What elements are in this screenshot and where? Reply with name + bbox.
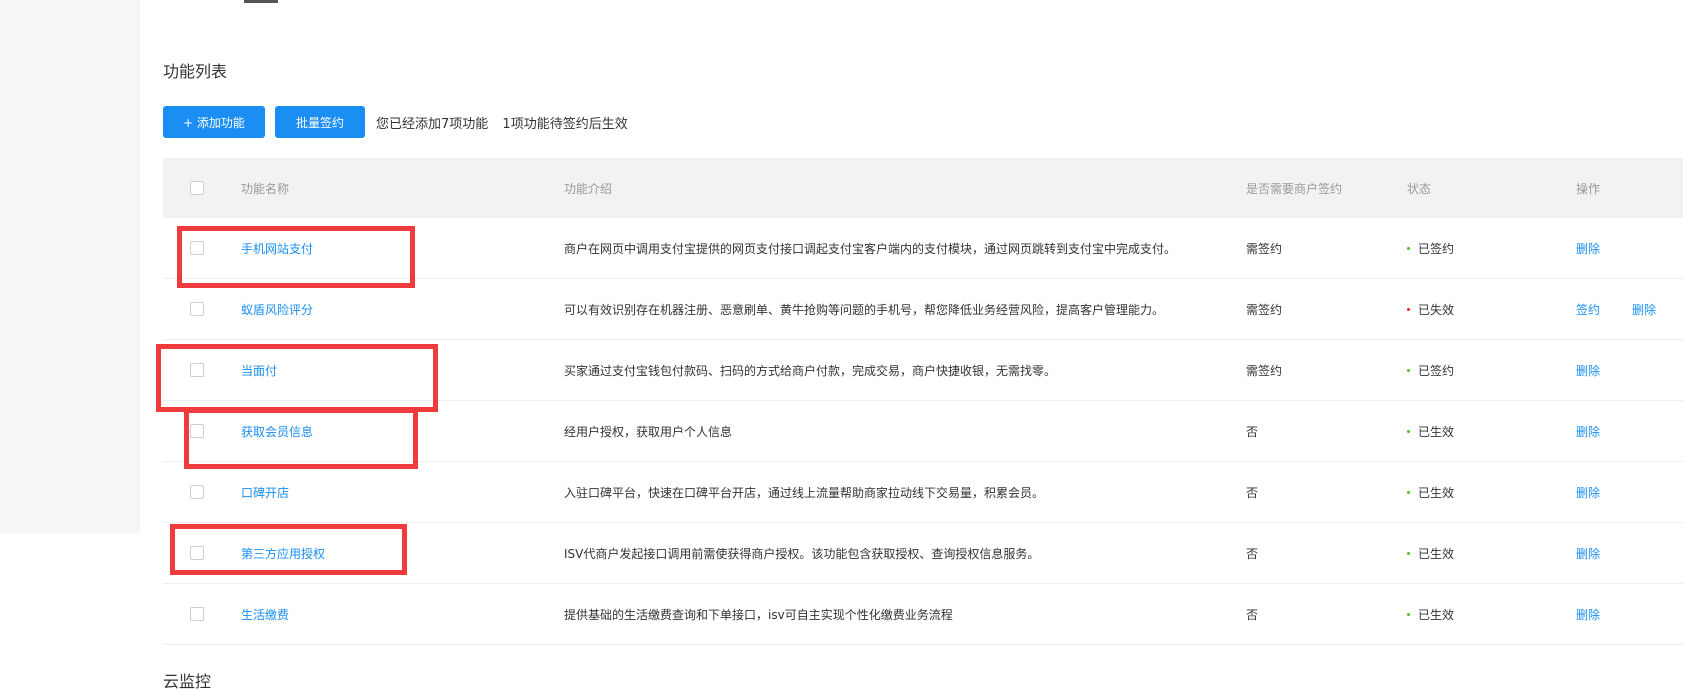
header-ops: 操作: [1576, 181, 1601, 196]
status-ok-dot-icon: [1407, 612, 1410, 616]
sign-required: 否: [1246, 546, 1259, 561]
select-all-checkbox[interactable]: [190, 181, 204, 195]
feature-desc: ISV代商户发起接口调用前需使获得商户授权。该功能包含获取授权、查询授权信息服务…: [564, 546, 1040, 561]
header-status: 状态: [1407, 181, 1432, 196]
sign-required: 否: [1246, 607, 1259, 622]
add-feature-button[interactable]: + 添加功能: [163, 106, 265, 138]
ops-cell: 删除: [1576, 423, 1683, 440]
row-checkbox-cell: [163, 607, 241, 621]
row-checkbox[interactable]: [190, 302, 204, 316]
feature-name-link[interactable]: 蚁盾风险评分: [241, 301, 564, 318]
status-ok-dot-icon: [1407, 368, 1410, 372]
status-cell: 已生效: [1407, 606, 1576, 623]
status-text: 已生效: [1418, 607, 1455, 622]
status-cell: 已失效: [1407, 301, 1576, 318]
delete-link[interactable]: 删除: [1576, 423, 1600, 440]
feature-desc: 可以有效识别存在机器注册、恶意刷单、黄牛抢购等问题的手机号，帮您降低业务经营风险…: [564, 302, 1165, 317]
status-ok-dot-icon: [1407, 490, 1410, 494]
added-count-text: 您已经添加7项功能: [376, 116, 489, 132]
table-row: 蚁盾风险评分 可以有效识别存在机器注册、恶意刷单、黄牛抢购等问题的手机号，帮您降…: [163, 279, 1683, 340]
ops-cell: 签约 删除: [1576, 301, 1683, 318]
delete-link[interactable]: 删除: [1576, 606, 1600, 623]
feature-desc: 提供基础的生活缴费查询和下单接口，isv可自主实现个性化缴费业务流程: [564, 607, 953, 622]
feature-desc: 买家通过支付宝钱包付款码、扫码的方式给商户付款，完成交易，商户快捷收银，无需找零…: [564, 363, 1057, 378]
ops-cell: 删除: [1576, 545, 1683, 562]
table-header: 功能名称 功能介绍 是否需要商户签约 状态 操作: [163, 158, 1683, 218]
ops-cell: 删除: [1576, 484, 1683, 501]
annotation-box: [170, 524, 407, 575]
feature-desc: 入驻口碑平台，快速在口碑平台开店，通过线上流量帮助商家拉动线下交易量，积累会员。: [564, 485, 1045, 500]
header-sign: 是否需要商户签约: [1246, 181, 1343, 196]
status-text: 已生效: [1418, 546, 1455, 561]
toolbar: + 添加功能 批量签约 您已经添加7项功能 1项功能待签约后生效: [163, 106, 628, 138]
next-section-title: 云监控: [163, 672, 212, 691]
sign-required: 需签约: [1246, 241, 1283, 256]
status-text: 已签约: [1418, 363, 1455, 378]
header-checkbox-cell: [163, 181, 241, 195]
feature-desc: 商户在网页中调用支付宝提供的网页支付接口调起支付宝客户端内的支付模块，通过网页跳…: [564, 241, 1177, 256]
left-sidebar-panel: [0, 0, 140, 533]
table-row: 生活缴费 提供基础的生活缴费查询和下单接口，isv可自主实现个性化缴费业务流程 …: [163, 584, 1683, 645]
header-desc: 功能介绍: [564, 181, 613, 196]
status-ok-dot-icon: [1407, 246, 1410, 250]
sign-required: 需签约: [1246, 363, 1283, 378]
logo-icon: [244, 0, 278, 6]
status-cell: 已签约: [1407, 240, 1576, 257]
ops-cell: 删除: [1576, 240, 1683, 257]
row-checkbox[interactable]: [190, 485, 204, 499]
delete-link[interactable]: 删除: [1632, 301, 1656, 318]
status-cell: 已生效: [1407, 423, 1576, 440]
feature-name-link[interactable]: 生活缴费: [241, 606, 564, 623]
ops-cell: 删除: [1576, 606, 1683, 623]
status-invalid-dot-icon: [1407, 307, 1410, 311]
status-text: 已生效: [1418, 485, 1455, 500]
status-cell: 已签约: [1407, 362, 1576, 379]
feature-name-link[interactable]: 口碑开店: [241, 484, 564, 501]
row-checkbox-cell: [163, 485, 241, 499]
pending-count-text: 1项功能待签约后生效: [502, 116, 628, 132]
ops-cell: 删除: [1576, 362, 1683, 379]
sign-link[interactable]: 签约: [1576, 301, 1600, 318]
status-cell: 已生效: [1407, 484, 1576, 501]
feature-count-info: 您已经添加7项功能 1项功能待签约后生效: [376, 113, 628, 132]
status-cell: 已生效: [1407, 545, 1576, 562]
batch-sign-button[interactable]: 批量签约: [275, 106, 365, 138]
delete-link[interactable]: 删除: [1576, 484, 1600, 501]
status-ok-dot-icon: [1407, 429, 1410, 433]
section-title: 功能列表: [163, 62, 228, 81]
table-row: 口碑开店 入驻口碑平台，快速在口碑平台开店，通过线上流量帮助商家拉动线下交易量，…: [163, 462, 1683, 523]
status-ok-dot-icon: [1407, 551, 1410, 555]
sign-required: 否: [1246, 485, 1259, 500]
row-checkbox[interactable]: [190, 607, 204, 621]
status-text: 已失效: [1418, 302, 1455, 317]
annotation-box: [184, 408, 418, 469]
delete-link[interactable]: 删除: [1576, 240, 1600, 257]
feature-desc: 经用户授权，获取用户个人信息: [564, 424, 733, 439]
annotation-box: [156, 344, 438, 412]
status-text: 已签约: [1418, 241, 1455, 256]
delete-link[interactable]: 删除: [1576, 545, 1600, 562]
sign-required: 否: [1246, 424, 1259, 439]
annotation-box: [177, 226, 415, 288]
row-checkbox-cell: [163, 302, 241, 316]
delete-link[interactable]: 删除: [1576, 362, 1600, 379]
header-name: 功能名称: [241, 181, 290, 196]
sign-required: 需签约: [1246, 302, 1283, 317]
status-text: 已生效: [1418, 424, 1455, 439]
